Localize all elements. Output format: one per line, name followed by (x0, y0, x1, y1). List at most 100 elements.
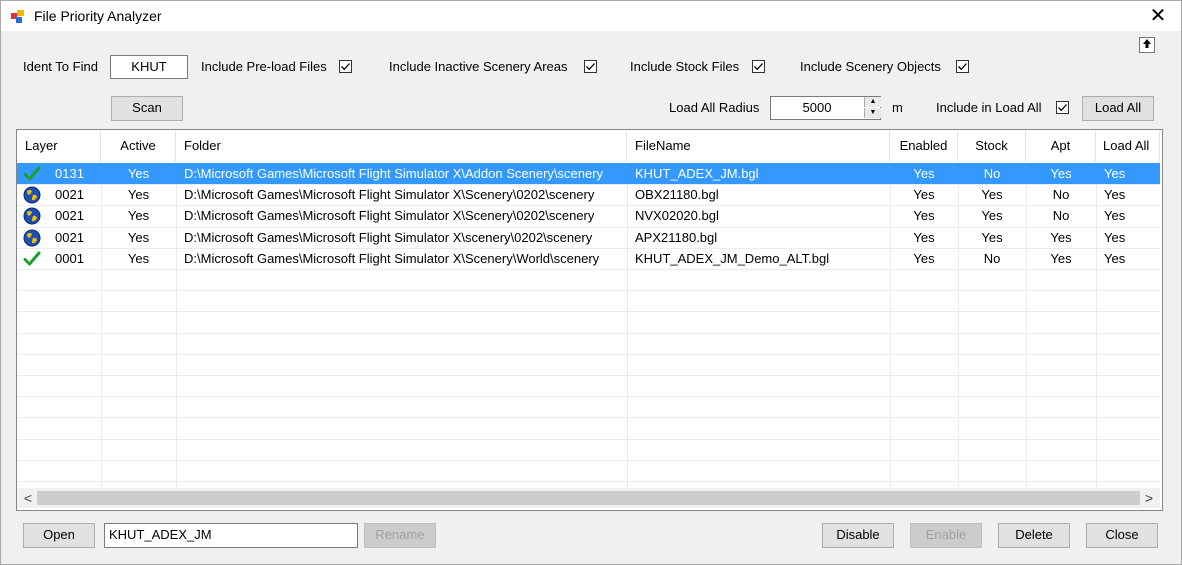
cell-filename[interactable]: APX21180.bgl (635, 227, 890, 248)
radius-label: Load All Radius (669, 100, 760, 115)
table-row[interactable]: 0021 Yes D:\Microsoft Games\Microsoft Flig… (17, 205, 1160, 226)
stock-files-checkbox[interactable] (752, 60, 765, 73)
cell-layer[interactable]: 0021 (55, 184, 101, 205)
radius-spinner[interactable]: 5000 ▲ ▼ (770, 96, 881, 120)
close-button[interactable]: Close (1086, 523, 1158, 548)
include-load-all-label: Include in Load All (936, 100, 1042, 115)
cell-loadall[interactable]: Yes (1104, 163, 1160, 184)
cell-folder[interactable]: D:\Microsoft Games\Microsoft Flight Simu… (184, 205, 627, 226)
cell-filename[interactable]: KHUT_ADEX_JM.bgl (635, 163, 890, 184)
cell-active[interactable]: Yes (101, 184, 176, 205)
cell-loadall[interactable]: Yes (1104, 248, 1160, 269)
cell-filename[interactable]: OBX21180.bgl (635, 184, 890, 205)
cell-enabled[interactable]: Yes (890, 248, 958, 269)
checkmark-icon (586, 63, 595, 71)
inactive-areas-label: Include Inactive Scenery Areas (389, 59, 568, 74)
cell-folder[interactable]: D:\Microsoft Games\Microsoft Flight Simu… (184, 248, 627, 269)
cell-folder[interactable]: D:\Microsoft Games\Microsoft Flight Simu… (184, 227, 627, 248)
cell-apt[interactable]: Yes (1026, 227, 1096, 248)
scenery-objects-checkbox[interactable] (956, 60, 969, 73)
collapse-up-button[interactable] (1139, 37, 1155, 53)
grid-row-divider (17, 290, 1160, 291)
table-row[interactable]: 0131 Yes D:\Microsoft Games\Microsoft Flig… (17, 163, 1160, 184)
cell-apt[interactable]: Yes (1026, 163, 1096, 184)
include-load-all-checkbox[interactable] (1056, 101, 1069, 114)
ident-input[interactable]: KHUT (110, 55, 188, 79)
cell-active[interactable]: Yes (101, 163, 176, 184)
cell-loadall[interactable]: Yes (1104, 227, 1160, 248)
grid-row-divider (17, 354, 1160, 355)
open-button[interactable]: Open (23, 523, 95, 548)
column-header-apt[interactable]: Apt (1026, 130, 1096, 162)
cell-folder[interactable]: D:\Microsoft Games\Microsoft Flight Simu… (184, 184, 627, 205)
cell-layer[interactable]: 0001 (55, 248, 101, 269)
table-row[interactable]: 0001 Yes D:\Microsoft Games\Microsoft Flig… (17, 248, 1160, 269)
radius-value[interactable]: 5000 (771, 97, 863, 119)
load-all-button[interactable]: Load All (1082, 96, 1154, 121)
cell-stock[interactable]: No (958, 248, 1026, 269)
column-header-layer[interactable]: Layer (17, 130, 101, 162)
grid-row-divider (17, 481, 1160, 482)
cell-apt[interactable]: No (1026, 184, 1096, 205)
cell-enabled[interactable]: Yes (890, 227, 958, 248)
checkmark-icon (958, 63, 967, 71)
column-header-filename[interactable]: FileName (627, 130, 890, 162)
disable-button[interactable]: Disable (822, 523, 894, 548)
cell-filename[interactable]: NVX02020.bgl (635, 205, 890, 226)
cell-active[interactable]: Yes (101, 227, 176, 248)
column-header-active[interactable]: Active (101, 130, 176, 162)
check-icon (23, 251, 41, 266)
grid-row-divider (17, 417, 1160, 418)
scroll-left-icon[interactable]: < (19, 488, 37, 508)
column-header-loadall[interactable]: Load All (1096, 130, 1160, 162)
cell-folder[interactable]: D:\Microsoft Games\Microsoft Flight Simu… (184, 163, 627, 184)
inactive-areas-checkbox[interactable] (584, 60, 597, 73)
spin-down-icon[interactable]: ▼ (864, 108, 881, 118)
cell-enabled[interactable]: Yes (890, 163, 958, 184)
cell-loadall[interactable]: Yes (1104, 205, 1160, 226)
grid-row-divider (17, 375, 1160, 376)
scan-button[interactable]: Scan (111, 96, 183, 121)
table-row[interactable]: 0021 Yes D:\Microsoft Games\Microsoft Flig… (17, 227, 1160, 248)
cell-active[interactable]: Yes (101, 248, 176, 269)
column-header-enabled[interactable]: Enabled (890, 130, 958, 162)
stock-files-label: Include Stock Files (630, 59, 740, 74)
enable-button[interactable]: Enable (910, 523, 982, 548)
cell-stock[interactable]: Yes (958, 184, 1026, 205)
column-header-folder[interactable]: Folder (176, 130, 627, 162)
cell-stock[interactable]: Yes (958, 227, 1026, 248)
grid-row-divider (17, 460, 1160, 461)
cell-enabled[interactable]: Yes (890, 205, 958, 226)
cell-apt[interactable]: Yes (1026, 248, 1096, 269)
window-title: File Priority Analyzer (34, 8, 162, 24)
checkmark-icon (754, 63, 763, 71)
file-grid[interactable]: Layer Active Folder FileName Enabled Sto… (16, 129, 1163, 511)
cell-layer[interactable]: 0021 (55, 227, 101, 248)
cell-filename[interactable]: KHUT_ADEX_JM_Demo_ALT.bgl (635, 248, 890, 269)
cell-loadall[interactable]: Yes (1104, 184, 1160, 205)
globe-icon (23, 207, 41, 225)
spin-up-icon[interactable]: ▲ (864, 97, 881, 107)
scroll-right-icon[interactable]: > (1140, 488, 1158, 508)
close-window-button[interactable]: ✕ (1141, 3, 1175, 29)
check-icon (23, 166, 41, 181)
cell-stock[interactable]: Yes (958, 205, 1026, 226)
radius-unit: m (892, 100, 903, 115)
cell-layer[interactable]: 0021 (55, 205, 101, 226)
main-window: File Priority Analyzer ✕ Ident To Find K… (0, 0, 1182, 565)
cell-apt[interactable]: No (1026, 205, 1096, 226)
delete-button[interactable]: Delete (998, 523, 1070, 548)
cell-layer[interactable]: 0131 (55, 163, 101, 184)
rename-button[interactable]: Rename (364, 523, 436, 548)
column-header-stock[interactable]: Stock (958, 130, 1026, 162)
grid-row-divider (17, 311, 1160, 312)
globe-icon (23, 229, 41, 247)
scroll-thumb[interactable] (37, 491, 1140, 505)
preload-checkbox[interactable] (339, 60, 352, 73)
cell-enabled[interactable]: Yes (890, 184, 958, 205)
table-row[interactable]: 0021 Yes D:\Microsoft Games\Microsoft Flig… (17, 184, 1160, 205)
horizontal-scrollbar[interactable]: < > (17, 488, 1160, 508)
name-input[interactable]: KHUT_ADEX_JM (104, 523, 358, 548)
cell-stock[interactable]: No (958, 163, 1026, 184)
cell-active[interactable]: Yes (101, 205, 176, 226)
